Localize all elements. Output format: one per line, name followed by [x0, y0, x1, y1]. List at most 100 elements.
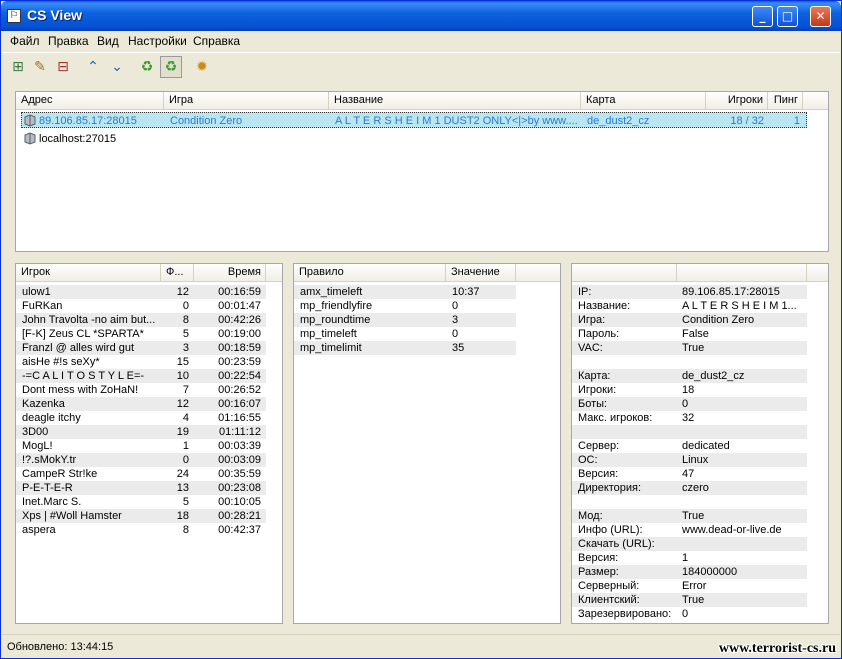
- status-bar: Обновлено: 13:44:15 www.terrorist-cs.ru: [2, 634, 840, 658]
- player-name: Inet.Marc S.: [22, 496, 82, 508]
- column-header-ping[interactable]: Пинг: [768, 92, 803, 110]
- info-key: Скачать (URL):: [578, 538, 655, 550]
- move-up-button[interactable]: ⌃: [82, 56, 104, 78]
- rules-list[interactable]: Правило Значение amx_timeleft 10:37 mp_fri…: [293, 263, 561, 624]
- player-frags: 18: [176, 510, 189, 522]
- table-row[interactable]: [572, 425, 807, 439]
- player-name: FuRKan: [22, 300, 63, 312]
- table-row[interactable]: [572, 495, 807, 509]
- player-time: 00:42:26: [218, 314, 261, 326]
- info-value: Linux: [682, 454, 709, 466]
- player-time: 00:03:09: [218, 454, 261, 466]
- menu-help[interactable]: Справка: [193, 34, 240, 48]
- menu-bar: Файл Правка Вид Настройки Справка: [2, 31, 840, 51]
- player-frags: 19: [176, 426, 189, 438]
- player-time: 00:18:59: [218, 342, 261, 354]
- player-time: 00:16:59: [218, 286, 261, 298]
- server-edit-button[interactable]: ✎: [29, 56, 51, 78]
- player-frags: 1: [182, 440, 189, 452]
- player-frags: 7: [182, 384, 189, 396]
- rule-name: mp_friendlyfire: [300, 300, 373, 312]
- player-name: deagle itchy: [22, 412, 81, 424]
- column-header-filler: [803, 92, 828, 110]
- column-header-players[interactable]: Игроки: [706, 92, 768, 110]
- players-list[interactable]: Игрок Ф... Время ulow1 12 00:16:59 FuRKan 0 0…: [15, 263, 283, 624]
- player-time: 00:35:59: [218, 468, 261, 480]
- column-header-player[interactable]: Игрок: [16, 264, 161, 282]
- column-header-rule[interactable]: Правило: [294, 264, 446, 282]
- rule-value: 35: [452, 342, 465, 354]
- server-info-list[interactable]: IP: 89.106.85.17:28015 Название: A L T E R …: [571, 263, 829, 624]
- info-key: Клиентский:: [578, 594, 640, 606]
- column-header-map[interactable]: Карта: [581, 92, 706, 110]
- refresh-button[interactable]: ♻: [136, 56, 158, 78]
- table-row[interactable]: [572, 355, 807, 369]
- player-time: 00:01:47: [218, 300, 261, 312]
- column-header-value[interactable]: Значение: [446, 264, 516, 282]
- server-icon: [24, 114, 36, 127]
- info-key: Боты:: [578, 398, 608, 410]
- server-remove-button[interactable]: ⊟: [52, 56, 74, 78]
- minimize-button[interactable]: _: [752, 6, 773, 27]
- info-key: Название:: [578, 300, 631, 312]
- column-header-name[interactable]: Название: [329, 92, 581, 110]
- info-value: True: [682, 342, 705, 354]
- player-time: 01:11:12: [218, 426, 261, 438]
- server-game: Condition Zero: [170, 115, 243, 127]
- info-key: ОС:: [578, 454, 598, 466]
- window-title: CS View: [27, 7, 82, 23]
- player-name: aisHe #!s seXy*: [22, 356, 100, 368]
- title-bar[interactable]: ⚐ CS View _ □ ✕: [1, 1, 841, 31]
- player-time: 00:28:21: [218, 510, 261, 522]
- column-header-time[interactable]: Время: [194, 264, 266, 282]
- menu-edit[interactable]: Правка: [48, 34, 89, 48]
- player-frags: 15: [176, 356, 189, 368]
- server-list[interactable]: Адрес Игра Название Карта Игроки Пинг 89…: [15, 91, 829, 252]
- column-header-frags[interactable]: Ф...: [161, 264, 194, 282]
- rule-name: mp_roundtime: [300, 314, 371, 326]
- menu-settings[interactable]: Настройки: [128, 34, 187, 48]
- rule-name: mp_timeleft: [300, 328, 357, 340]
- player-name: aspera: [22, 524, 56, 536]
- player-name: CampeR Str!ke: [22, 468, 98, 480]
- column-header-address[interactable]: Адрес: [16, 92, 164, 110]
- menu-file[interactable]: Файл: [10, 34, 40, 48]
- info-value: Condition Zero: [682, 314, 755, 326]
- maximize-button[interactable]: □: [777, 6, 798, 27]
- move-down-button[interactable]: ⌄: [106, 56, 128, 78]
- player-time: 00:22:54: [218, 370, 261, 382]
- info-value: 184000000: [682, 566, 738, 578]
- player-time: 00:16:07: [218, 398, 261, 410]
- info-key: Инфо (URL):: [578, 524, 643, 536]
- info-value: 0: [682, 608, 689, 620]
- column-header-key[interactable]: [572, 264, 677, 282]
- auto-refresh-icon: ♻: [164, 59, 178, 75]
- info-key: Размер:: [578, 566, 619, 578]
- player-name: ulow1: [22, 286, 51, 298]
- player-name: Kazenka: [22, 398, 65, 410]
- menu-view[interactable]: Вид: [97, 34, 119, 48]
- player-time: 00:10:05: [218, 496, 261, 508]
- info-value: dedicated: [682, 440, 730, 452]
- player-time: 00:26:52: [218, 384, 261, 396]
- player-name: John Travolta -no aim but...: [22, 314, 156, 326]
- server-remove-icon: ⊟: [57, 59, 69, 75]
- column-header-info-value[interactable]: [677, 264, 807, 282]
- player-name: [F-K] Zeus CL *SPARTA*: [22, 328, 144, 340]
- player-frags: 3: [182, 342, 189, 354]
- info-key: Серверный:: [578, 580, 640, 592]
- close-button[interactable]: ✕: [810, 6, 831, 27]
- info-key: VAC:: [578, 342, 603, 354]
- server-add-button[interactable]: ⊞: [7, 56, 29, 78]
- column-header-game[interactable]: Игра: [164, 92, 329, 110]
- server-edit-icon: ✎: [34, 59, 46, 75]
- auto-refresh-button[interactable]: ♻: [160, 56, 182, 78]
- app-icon: ⚐: [7, 9, 21, 23]
- server-address[interactable]: localhost:27015: [39, 132, 163, 146]
- player-name: 3D00: [22, 426, 49, 438]
- info-key: Карта:: [578, 370, 611, 382]
- info-value: de_dust2_cz: [682, 370, 745, 382]
- rule-value: 0: [452, 300, 459, 312]
- settings-button[interactable]: ✹: [191, 56, 213, 78]
- player-frags: 12: [176, 398, 189, 410]
